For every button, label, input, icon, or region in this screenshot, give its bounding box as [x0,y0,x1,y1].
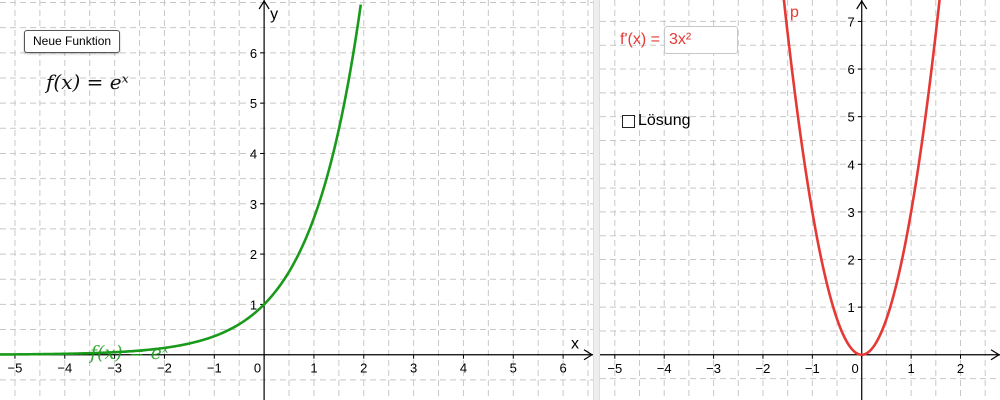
y-tick-label: 5 [847,110,854,125]
y-tick-label: 4 [250,146,257,161]
left-graphics-view[interactable]: −5 −4 −3 −2 −1 0 1 2 3 4 5 6123456 x y [0,0,593,400]
new-function-button[interactable]: Neue Funktion [24,30,121,53]
y-tick-label: 7 [847,14,854,29]
x-tick-label: 5 [510,361,517,376]
x-tick-label: −2 [756,361,771,376]
left-grid [0,0,593,400]
x-tick-label: 6 [559,361,566,376]
y-tick-label: 2 [847,253,854,268]
y-tick-label: 6 [250,46,257,61]
x-tick-label: 4 [460,361,467,376]
x-tick-label: −3 [706,361,721,376]
derivative-input[interactable] [663,26,738,54]
x-tick-label: 0 [254,361,261,376]
x-tick-label: 0 [851,361,858,376]
x-tick-label: 2 [360,361,367,376]
y-tick-label: 1 [847,300,854,315]
view-splitter[interactable] [593,0,600,400]
x-tick-label: 1 [310,361,317,376]
x-tick-label: −5 [8,361,23,376]
solution-checkbox-row[interactable]: Lösung [622,112,691,130]
y-axis-label: y [270,6,278,23]
exp-function-curve[interactable] [0,4,363,356]
y-tick-label: 3 [847,205,854,220]
x-tick-label: −5 [607,361,622,376]
right-grid [600,0,1000,400]
geogebra-applet: −5 −4 −3 −2 −1 0 1 2 3 4 5 6 1 2 3 4 5 6 x y −5 −4 −3 −2 −1 0 1… [0,0,1000,400]
y-tick-label: 5 [250,96,257,111]
x-tick-label: 3 [410,361,417,376]
x-tick-label: −4 [57,361,72,376]
derivative-input-row: f'(x) = [620,26,738,54]
x-tick-label: 1 [907,361,914,376]
y-tick-label: 6 [847,62,854,77]
derivative-label: f'(x) = [620,31,660,48]
solution-label: Lösung [638,112,691,129]
function-formula: f(x) = eˣ [46,70,129,94]
curve-label: f(x) = eˣ [90,342,169,364]
y-tick-label: 4 [847,157,854,172]
x-tick-label: −1 [805,361,820,376]
x-tick-label: −1 [207,361,222,376]
y-tick-label: 1 [250,297,257,312]
y-tick-label: 3 [250,197,257,212]
left-axes [0,0,593,400]
x-tick-label: 2 [957,361,964,376]
right-axes [600,0,1000,400]
x-tick-label: −4 [657,361,672,376]
x-axis-label: x [571,336,579,353]
left-tick-labels: −5 −4 −3 −2 −1 0 1 2 3 4 5 6123456 [8,46,567,376]
solution-checkbox[interactable] [622,114,635,128]
right-graphics-view[interactable]: −5 −4 −3 −2 −1 0 1 2 1 2 3 4 5 6 7 [600,0,1000,400]
parabola-label: p [790,4,799,21]
y-tick-label: 2 [250,247,257,262]
